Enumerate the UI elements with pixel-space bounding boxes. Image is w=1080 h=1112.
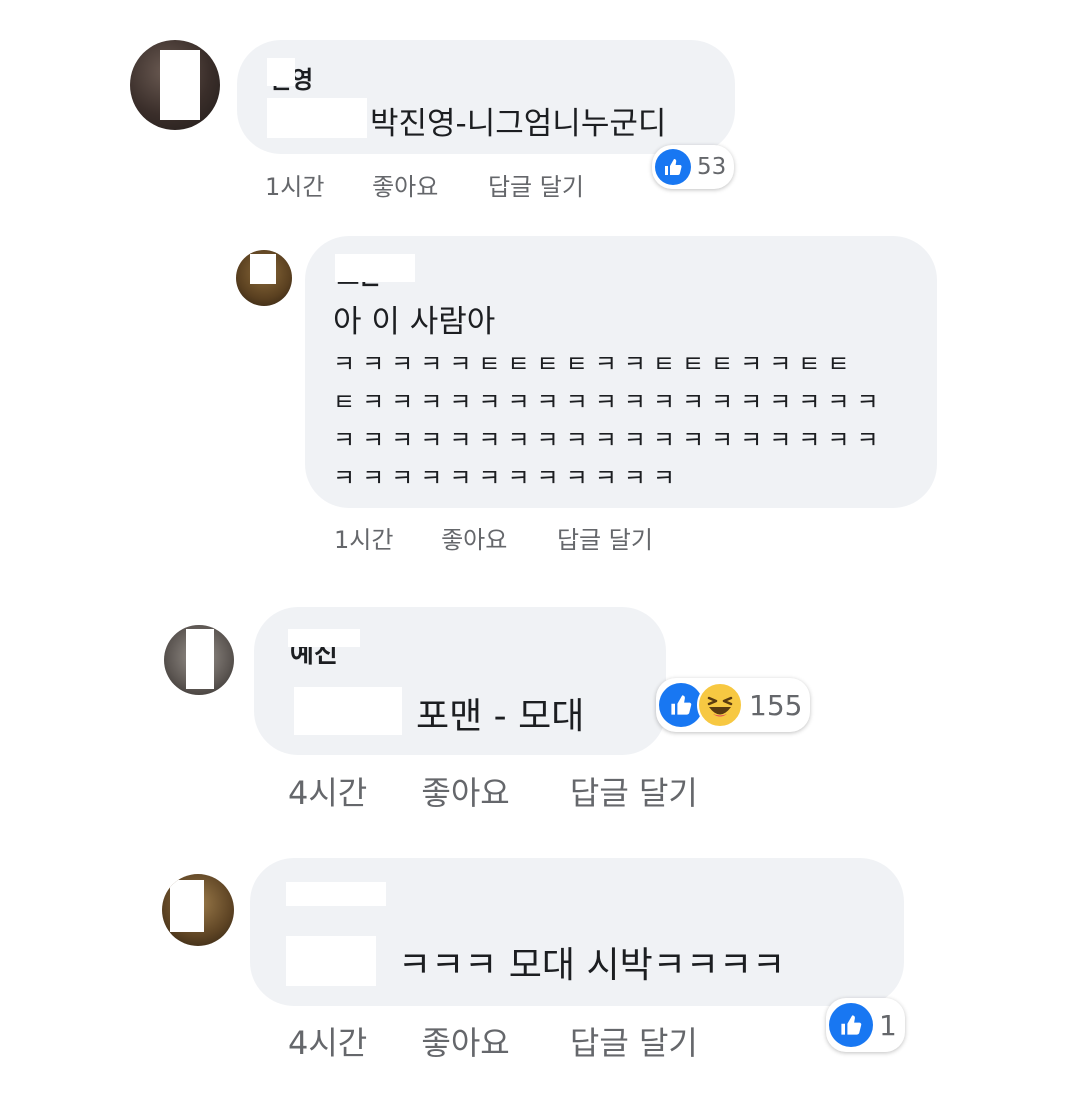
avatar[interactable] <box>130 40 220 130</box>
comment-text: ㅋㅋㅋ 모대 시박ㅋㅋㅋㅋ <box>398 945 786 986</box>
reply-link[interactable]: 답글 달기 <box>570 768 698 814</box>
comment-bubble: 예진 포맨 - 모대 <box>254 607 666 755</box>
avatar-redaction <box>186 629 214 689</box>
text-redaction <box>267 98 367 138</box>
author-redaction <box>286 882 386 906</box>
text-redaction <box>286 936 376 986</box>
comment-text-line: 아 이 사람아 <box>333 304 496 340</box>
reaction-count: 155 <box>749 688 803 722</box>
reaction-count: 1 <box>879 1008 897 1042</box>
comment-time[interactable]: 4시간 <box>288 768 367 814</box>
like-link[interactable]: 좋아요 <box>441 520 507 555</box>
like-link[interactable]: 좋아요 <box>421 768 509 814</box>
reaction-badge[interactable]: 53 <box>652 145 735 189</box>
reply-link[interactable]: 답글 달기 <box>570 1018 698 1064</box>
comment-time[interactable]: 1시간 <box>334 520 393 555</box>
comment-actions: 4시간 좋아요 답글 달기 <box>288 768 698 814</box>
comment-text: 포맨 - 모대 <box>416 696 585 737</box>
reply-link[interactable]: 답글 달기 <box>557 520 653 555</box>
comment-actions: 1시간 좋아요 답글 달기 <box>265 167 584 202</box>
avatar[interactable] <box>236 250 292 306</box>
comment-actions: 4시간 좋아요 답글 달기 <box>288 1018 698 1064</box>
comment-time[interactable]: 4시간 <box>288 1018 367 1064</box>
comment-text-line: ㅋㅋㅋㅋㅋㅌㅌㅌㅌㅋㅋㅌㅌㅌㅋㅋㅌㅌ <box>333 350 857 378</box>
reaction-badge[interactable]: 1 <box>826 998 905 1052</box>
comment-text-line: ㅌㅋㅋㅋㅋㅋㅋㅋㅋㅋㅋㅋㅋㅋㅋㅋㅋㅋㅋ <box>333 388 886 416</box>
reaction-count: 53 <box>697 154 727 180</box>
comment-text-line: ㅋㅋㅋㅋㅋㅋㅋㅋㅋㅋㅋㅋㅋㅋㅋㅋㅋㅋㅋ <box>333 426 886 454</box>
comment-actions: 1시간 좋아요 답글 달기 <box>334 520 653 555</box>
comment-text: 박진영-니그엄니누군디 <box>370 106 667 142</box>
avatar-redaction <box>160 50 200 120</box>
reaction-badge[interactable]: 155 <box>656 678 811 732</box>
comment-bubble: 진영 박진영-니그엄니누군디 <box>237 40 735 154</box>
author-redaction <box>267 58 295 86</box>
comment-bubble: 보은 아 이 사람아 ㅋㅋㅋㅋㅋㅌㅌㅌㅌㅋㅋㅌㅌㅌㅋㅋㅌㅌ ㅌㅋㅋㅋㅋㅋㅋㅋㅋㅋ… <box>305 236 937 508</box>
thumbs-up-icon <box>829 1003 873 1047</box>
comment-text-line: ㅋㅋㅋㅋㅋㅋㅋㅋㅋㅋㅋㅋ <box>333 464 682 492</box>
comment-bubble: ㅋㅋㅋ 모대 시박ㅋㅋㅋㅋ <box>250 858 904 1006</box>
avatar[interactable] <box>162 874 234 946</box>
author-redaction <box>335 254 415 282</box>
text-redaction <box>294 687 402 735</box>
author-redaction <box>288 629 360 647</box>
avatar-redaction <box>170 880 204 932</box>
reply-link[interactable]: 답글 달기 <box>488 167 584 202</box>
like-link[interactable]: 좋아요 <box>421 1018 509 1064</box>
avatar-redaction <box>250 254 276 284</box>
comment-time[interactable]: 1시간 <box>265 167 324 202</box>
laughing-face-icon <box>697 682 743 728</box>
avatar[interactable] <box>164 625 234 695</box>
thumbs-up-icon <box>655 149 691 185</box>
like-link[interactable]: 좋아요 <box>372 167 438 202</box>
